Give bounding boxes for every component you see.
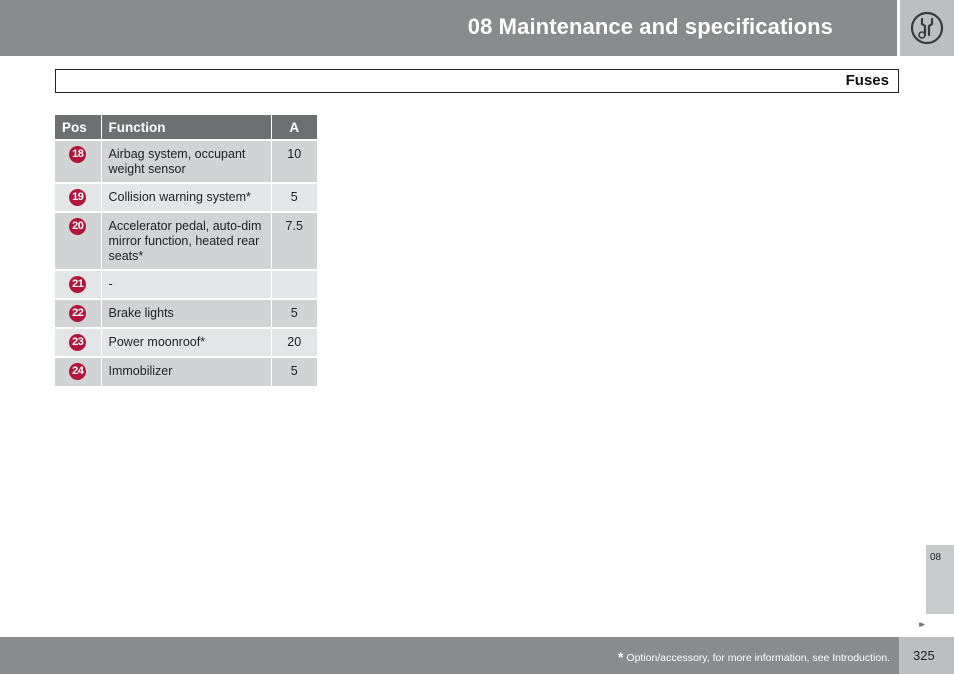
amperage-cell: 5 (271, 182, 317, 212)
function-cell: - (101, 269, 272, 299)
function-cell: Airbag system, occupant weight sensor (101, 139, 272, 183)
header-bar: 08 Maintenance and specifications (0, 0, 897, 56)
footnote-star: * (617, 649, 624, 665)
amperage-cell: 5 (271, 298, 317, 328)
position-badge: 22 (69, 305, 87, 322)
function-cell: Collision warning system* (101, 182, 272, 212)
amperage-cell (271, 269, 317, 299)
page-number-box: 325 (899, 637, 954, 674)
footer-bar: * Option/accessory, for more information,… (0, 637, 899, 674)
position-badge: 23 (69, 334, 87, 351)
chapter-tab[interactable]: 08 (926, 545, 954, 614)
next-page-arrows-icon[interactable]: ▸▸ (919, 619, 925, 630)
wrench-gear-icon (910, 11, 944, 45)
position-badge: 19 (69, 189, 87, 206)
function-cell: Brake lights (101, 298, 272, 328)
function-cell: Power moonroof* (101, 327, 272, 357)
table-row: 22 Brake lights 5 (55, 298, 317, 328)
column-header-pos: Pos (55, 115, 102, 140)
column-header-amps: A (271, 115, 317, 140)
amperage-cell: 5 (271, 356, 317, 386)
section-bar: Fuses (55, 69, 899, 93)
table-row: 21 - (55, 269, 317, 299)
amperage-cell: 7.5 (271, 211, 317, 270)
position-badge: 18 (69, 146, 87, 163)
column-header-function: Function (101, 115, 272, 140)
table-header-row: Pos Function A (55, 115, 317, 140)
footnote: * Option/accessory, for more information,… (618, 649, 890, 665)
chapter-tab-label: 08 (930, 552, 942, 563)
table-row: 20 Accelerator pedal, auto-dim mirror fu… (55, 211, 317, 270)
section-title: Fuses (845, 72, 889, 89)
amperage-cell: 20 (271, 327, 317, 357)
position-badge: 20 (69, 218, 87, 235)
table-row: 19 Collision warning system* 5 (55, 182, 317, 212)
fuse-table: Pos Function A 18 Airbag system, occupan… (55, 115, 317, 386)
function-cell: Accelerator pedal, auto-dim mirror funct… (101, 211, 272, 270)
chapter-icon-box (900, 0, 954, 56)
position-badge: 24 (69, 363, 87, 380)
table-row: 23 Power moonroof* 20 (55, 327, 317, 357)
table-row: 18 Airbag system, occupant weight sensor… (55, 139, 317, 183)
position-badge: 21 (69, 276, 87, 293)
amperage-cell: 10 (271, 139, 317, 183)
page-number: 325 (913, 648, 935, 663)
chapter-title: 08 Maintenance and specifications (467, 14, 833, 39)
table-row: 24 Immobilizer 5 (55, 356, 317, 386)
footnote-text: Option/accessory, for more information, … (626, 652, 890, 664)
function-cell: Immobilizer (101, 356, 272, 386)
